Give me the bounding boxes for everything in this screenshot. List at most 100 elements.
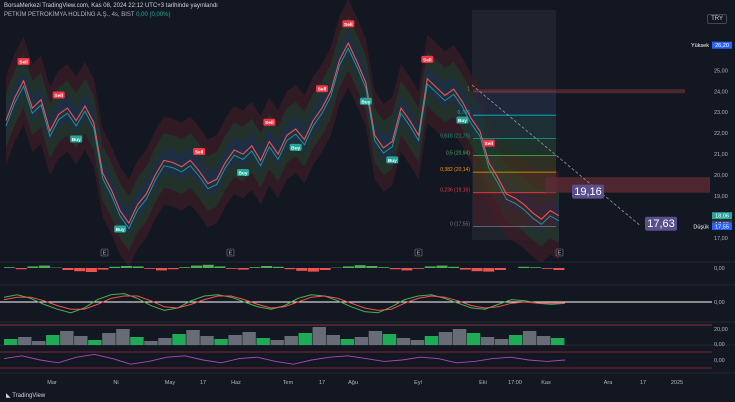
x-tick-label: 2025 bbox=[671, 380, 683, 386]
sell-signal-label: Sell bbox=[344, 22, 353, 28]
osc1-bar bbox=[39, 265, 51, 268]
osc1-bar bbox=[541, 268, 553, 269]
y-tick-label: 25,00 bbox=[714, 68, 728, 74]
earnings-marker-label: E bbox=[417, 251, 421, 257]
fib-level-label: 0,618 (21,75) bbox=[440, 133, 470, 139]
osc3-bar bbox=[228, 335, 242, 345]
osc3-bar bbox=[494, 339, 509, 345]
osc1-bar bbox=[74, 268, 86, 272]
fib-level-label: 0,5 (20,94) bbox=[446, 150, 471, 156]
osc1-bar bbox=[413, 268, 425, 269]
sell-signal-label: Sell bbox=[265, 120, 274, 126]
osc1-bar bbox=[424, 266, 436, 268]
osc1-bar bbox=[494, 268, 506, 270]
osc1-bar bbox=[97, 268, 109, 270]
x-tick-label: 17 bbox=[200, 380, 206, 386]
osc1-bar bbox=[261, 266, 273, 268]
osc3-tick-label: 20,00 bbox=[714, 327, 728, 333]
osc4-line bbox=[3, 353, 566, 365]
osc2-line-fast bbox=[3, 293, 566, 314]
osc3-bar bbox=[214, 339, 228, 345]
x-tick-label: Kas bbox=[541, 380, 551, 386]
osc3-bar bbox=[396, 338, 411, 345]
sell-signal-label: Sell bbox=[423, 57, 432, 63]
earnings-marker-label: E bbox=[229, 251, 233, 257]
tradingview-brand: ◣ TradingView bbox=[6, 392, 45, 399]
osc1-bar bbox=[155, 268, 168, 271]
sell-signal-label: Sell bbox=[54, 93, 63, 99]
osc1-bar bbox=[459, 268, 471, 270]
osc3-bar bbox=[424, 336, 439, 345]
buy-signal-label: Buy bbox=[72, 137, 81, 143]
tradingview-brand-label: TradingView bbox=[12, 393, 46, 399]
osc3-bar bbox=[46, 335, 60, 345]
sell-signal-label: Sell bbox=[318, 87, 327, 93]
osc3-bar bbox=[326, 335, 340, 345]
price-callout-label: 17,63 bbox=[647, 218, 675, 230]
osc3-bar bbox=[270, 340, 284, 345]
osc1-bar bbox=[109, 266, 121, 268]
chart-canvas[interactable]: 0 (17,55) 0,236 (19,16) 0,382 (20,14) 0,5 (… bbox=[0, 0, 735, 402]
osc1-bar bbox=[272, 266, 284, 268]
osc1-bar bbox=[401, 268, 413, 271]
price-tag-value: 17,55 bbox=[715, 224, 729, 230]
fib-level-label: 0 (17,55) bbox=[450, 221, 470, 227]
earnings-marker-label: E bbox=[558, 251, 562, 257]
x-tick-label: Tem bbox=[283, 380, 294, 386]
fib-level-label: 1 bbox=[467, 86, 470, 92]
x-tick-label: Ara bbox=[604, 380, 614, 386]
osc2-tick-label: 0,00 bbox=[714, 300, 725, 306]
buy-signal-label: Buy bbox=[116, 227, 125, 233]
osc1-bar bbox=[249, 267, 261, 268]
price-callout-label: 19,16 bbox=[574, 186, 602, 198]
fib-zone bbox=[473, 115, 556, 139]
osc1-bar bbox=[4, 267, 16, 268]
osc3-bar bbox=[116, 329, 130, 345]
osc3-bar bbox=[18, 337, 32, 345]
osc1-bar bbox=[307, 268, 319, 272]
y-tick-label: 17,00 bbox=[714, 236, 728, 242]
osc3-bar bbox=[508, 335, 523, 345]
osc3-bar bbox=[536, 336, 551, 345]
osc3-bar bbox=[4, 339, 18, 345]
osc3-bar bbox=[312, 327, 326, 345]
osc1-bar bbox=[296, 268, 308, 271]
osc1-bar bbox=[85, 268, 97, 272]
osc1-bar bbox=[529, 267, 542, 268]
osc3-bar bbox=[382, 334, 397, 345]
osc3-bar bbox=[102, 333, 116, 345]
x-tick-label: Eki bbox=[479, 380, 487, 386]
osc1-bar bbox=[448, 266, 460, 268]
y-tick-label: 22,00 bbox=[714, 131, 728, 137]
buy-signal-label: Buy bbox=[458, 118, 467, 124]
y-tick-label: 24,00 bbox=[714, 89, 728, 95]
osc1-bar bbox=[319, 268, 331, 270]
x-tick-label: Ağu bbox=[348, 380, 358, 386]
osc1-bar bbox=[518, 266, 530, 268]
fib-level-label: 0,236 (19,16) bbox=[440, 188, 470, 194]
x-tick-label: Mar bbox=[47, 380, 57, 386]
x-tick-label: May bbox=[165, 380, 176, 386]
price-tag-label: Düşük bbox=[693, 224, 709, 230]
x-tick-label: 17:00 bbox=[508, 380, 522, 386]
osc2-line-slow bbox=[3, 295, 565, 311]
osc1-bar bbox=[366, 266, 378, 268]
osc3-bar bbox=[130, 337, 144, 345]
osc1-bar bbox=[226, 268, 238, 269]
fib-zone bbox=[473, 91, 556, 116]
buy-signal-label: Buy bbox=[238, 170, 247, 176]
resistance-band bbox=[473, 89, 685, 94]
resistance-band bbox=[545, 177, 710, 193]
osc3-tick-label: 0,00 bbox=[714, 342, 725, 348]
osc1-bar bbox=[378, 267, 390, 268]
osc3-bar bbox=[158, 338, 172, 345]
osc1-bar bbox=[144, 268, 156, 269]
osc4-tick-label: 0,00 bbox=[714, 358, 725, 364]
osc3-bar bbox=[452, 329, 467, 345]
osc3-bar bbox=[410, 340, 425, 345]
osc3-bar bbox=[32, 341, 46, 345]
osc1-bar bbox=[436, 265, 448, 268]
osc3-bar bbox=[186, 330, 200, 345]
y-tick-label: 20,00 bbox=[714, 173, 728, 179]
osc3-bar bbox=[550, 338, 565, 345]
